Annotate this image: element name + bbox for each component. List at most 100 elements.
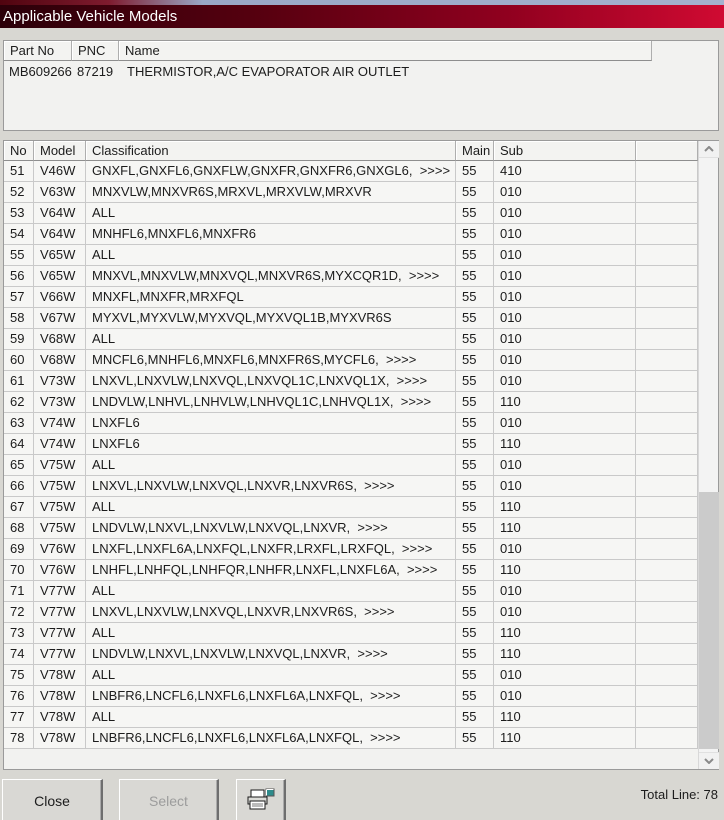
- part-row[interactable]: MB609266 87219 THERMISTOR,A/C EVAPORATOR…: [4, 62, 652, 82]
- cell-main: 55: [456, 266, 494, 287]
- column-header-sub[interactable]: Sub: [494, 141, 636, 161]
- table-row[interactable]: 75 V78W ALL 55 010: [4, 665, 698, 686]
- cell-classification: LNHFL,LNHFQL,LNHFQR,LNHFR,LNXFL,LNXFL6A,…: [86, 560, 456, 581]
- column-header-classification[interactable]: Classification: [86, 141, 456, 161]
- scrollbar-thumb[interactable]: [699, 492, 719, 749]
- table-row[interactable]: 74 V77W LNDVLW,LNXVL,LNXVLW,LNXVQL,LNXVR…: [4, 644, 698, 665]
- table-row[interactable]: 68 V75W LNDVLW,LNXVL,LNXVLW,LNXVQL,LNXVR…: [4, 518, 698, 539]
- table-row[interactable]: 64 V74W LNXFL6 55 110: [4, 434, 698, 455]
- close-button[interactable]: Close: [2, 779, 103, 820]
- part-table-header: Part No PNC Name: [4, 41, 652, 61]
- cell-blank: [636, 287, 698, 308]
- cell-classification: MNXVLW,MNXVR6S,MRXVL,MRXVLW,MRXVR: [86, 182, 456, 203]
- table-row[interactable]: 62 V73W LNDVLW,LNHVL,LNHVLW,LNHVQL1C,LNH…: [4, 392, 698, 413]
- cell-blank: [636, 182, 698, 203]
- vertical-scrollbar[interactable]: [698, 141, 719, 769]
- cell-no: 60: [4, 350, 34, 371]
- table-row[interactable]: 58 V67W MYXVL,MYXVLW,MYXVQL,MYXVQL1B,MYX…: [4, 308, 698, 329]
- table-row[interactable]: 67 V75W ALL 55 110: [4, 497, 698, 518]
- table-row[interactable]: 73 V77W ALL 55 110: [4, 623, 698, 644]
- table-row[interactable]: 59 V68W ALL 55 010: [4, 329, 698, 350]
- cell-classification: LNDVLW,LNXVL,LNXVLW,LNXVQL,LNXVR, >>>>: [86, 518, 456, 539]
- cell-model: V65W: [34, 266, 86, 287]
- table-row[interactable]: 54 V64W MNHFL6,MNXFL6,MNXFR6 55 010: [4, 224, 698, 245]
- table-row[interactable]: 69 V76W LNXFL,LNXFL6A,LNXFQL,LNXFR,LRXFL…: [4, 539, 698, 560]
- cell-no: 63: [4, 413, 34, 434]
- cell-classification: MYXVL,MYXVLW,MYXVQL,MYXVQL1B,MYXVR6S: [86, 308, 456, 329]
- table-row[interactable]: 72 V77W LNXVL,LNXVLW,LNXVQL,LNXVR,LNXVR6…: [4, 602, 698, 623]
- cell-sub: 110: [494, 497, 636, 518]
- cell-blank: [636, 686, 698, 707]
- table-row[interactable]: 55 V65W ALL 55 010: [4, 245, 698, 266]
- column-header-main[interactable]: Main: [456, 141, 494, 161]
- cell-model: V68W: [34, 329, 86, 350]
- table-row[interactable]: 71 V77W ALL 55 010: [4, 581, 698, 602]
- chevron-down-icon: [704, 758, 714, 764]
- cell-sub: 010: [494, 476, 636, 497]
- footer-bar: Close Select Total Line: 78: [0, 770, 724, 820]
- cell-classification: LNXFL6: [86, 413, 456, 434]
- cell-sub: 110: [494, 560, 636, 581]
- cell-main: 55: [456, 371, 494, 392]
- scroll-down-button[interactable]: [699, 752, 719, 769]
- table-row[interactable]: 61 V73W LNXVL,LNXVLW,LNXVQL,LNXVQL1C,LNX…: [4, 371, 698, 392]
- cell-sub: 010: [494, 329, 636, 350]
- table-row[interactable]: 77 V78W ALL 55 110: [4, 707, 698, 728]
- table-row[interactable]: 57 V66W MNXFL,MNXFR,MRXFQL 55 010: [4, 287, 698, 308]
- table-row[interactable]: 56 V65W MNXVL,MNXVLW,MNXVQL,MNXVR6S,MYXC…: [4, 266, 698, 287]
- table-row[interactable]: 53 V64W ALL 55 010: [4, 203, 698, 224]
- cell-main: 55: [456, 161, 494, 182]
- column-header-name[interactable]: Name: [119, 41, 652, 61]
- table-row[interactable]: 52 V63W MNXVLW,MNXVR6S,MRXVL,MRXVLW,MRXV…: [4, 182, 698, 203]
- table-row[interactable]: 66 V75W LNXVL,LNXVLW,LNXVQL,LNXVR,LNXVR6…: [4, 476, 698, 497]
- cell-sub: 010: [494, 182, 636, 203]
- print-button[interactable]: [236, 779, 286, 820]
- cell-sub: 010: [494, 602, 636, 623]
- table-row[interactable]: 70 V76W LNHFL,LNHFQL,LNHFQR,LNHFR,LNXFL,…: [4, 560, 698, 581]
- cell-sub: 010: [494, 203, 636, 224]
- cell-classification: ALL: [86, 581, 456, 602]
- table-row[interactable]: 76 V78W LNBFR6,LNCFL6,LNXFL6,LNXFL6A,LNX…: [4, 686, 698, 707]
- cell-blank: [636, 518, 698, 539]
- cell-blank: [636, 602, 698, 623]
- cell-model: V78W: [34, 686, 86, 707]
- cell-main: 55: [456, 686, 494, 707]
- cell-sub: 010: [494, 224, 636, 245]
- cell-main: 55: [456, 518, 494, 539]
- cell-no: 64: [4, 434, 34, 455]
- cell-model: V77W: [34, 644, 86, 665]
- cell-sub: 010: [494, 245, 636, 266]
- cell-no: 66: [4, 476, 34, 497]
- select-button[interactable]: Select: [119, 779, 219, 820]
- column-header-pnc[interactable]: PNC: [72, 41, 119, 61]
- table-row[interactable]: 65 V75W ALL 55 010: [4, 455, 698, 476]
- table-row[interactable]: 51 V46W GNXFL,GNXFL6,GNXFLW,GNXFR,GNXFR6…: [4, 161, 698, 182]
- column-header-part-no[interactable]: Part No: [4, 41, 72, 61]
- cell-model: V68W: [34, 350, 86, 371]
- scroll-up-button[interactable]: [699, 141, 719, 158]
- cell-model: V74W: [34, 434, 86, 455]
- cell-blank: [636, 665, 698, 686]
- table-row[interactable]: 78 V78W LNBFR6,LNCFL6,LNXFL6,LNXFL6A,LNX…: [4, 728, 698, 749]
- cell-classification: ALL: [86, 203, 456, 224]
- cell-classification: MNXFL,MNXFR,MRXFQL: [86, 287, 456, 308]
- cell-blank: [636, 560, 698, 581]
- cell-classification: LNXVL,LNXVLW,LNXVQL,LNXVR,LNXVR6S, >>>>: [86, 602, 456, 623]
- cell-model: V75W: [34, 497, 86, 518]
- cell-sub: 010: [494, 665, 636, 686]
- cell-sub: 410: [494, 161, 636, 182]
- cell-classification: ALL: [86, 245, 456, 266]
- cell-classification: ALL: [86, 329, 456, 350]
- cell-model: V67W: [34, 308, 86, 329]
- table-row[interactable]: 60 V68W MNCFL6,MNHFL6,MNXFL6,MNXFR6S,MYC…: [4, 350, 698, 371]
- cell-main: 55: [456, 602, 494, 623]
- table-row[interactable]: 63 V74W LNXFL6 55 010: [4, 413, 698, 434]
- chevron-up-icon: [704, 146, 714, 152]
- cell-blank: [636, 266, 698, 287]
- column-header-no[interactable]: No: [4, 141, 34, 161]
- column-header-model[interactable]: Model: [34, 141, 86, 161]
- title-bar: Applicable Vehicle Models: [0, 5, 724, 28]
- cell-sub: 110: [494, 392, 636, 413]
- cell-classification: LNXVL,LNXVLW,LNXVQL,LNXVR,LNXVR6S, >>>>: [86, 476, 456, 497]
- cell-model: V78W: [34, 728, 86, 749]
